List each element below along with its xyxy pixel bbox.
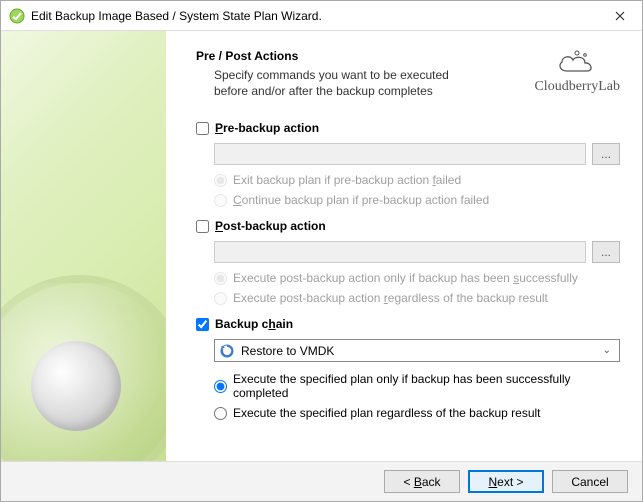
restore-icon (219, 343, 235, 359)
postbackup-success-label: Execute post-backup action only if backu… (233, 271, 578, 285)
postbackup-command-input (214, 241, 586, 263)
page-subtitle: Specify commands you want to be executed… (214, 67, 474, 99)
backup-chain-dropdown[interactable]: Restore to VMDK ⌄ (214, 339, 620, 362)
chain-always-label: Execute the specified plan regardless of… (233, 406, 541, 420)
wizard-sidebar-image (1, 31, 166, 461)
prebackup-exit-radio (214, 174, 227, 187)
postbackup-always-radio (214, 292, 227, 305)
wizard-footer: < Back Next > Cancel (1, 461, 642, 501)
backup-chain-selected: Restore to VMDK (241, 344, 593, 358)
next-button[interactable]: Next > (468, 470, 544, 493)
app-icon (9, 8, 25, 24)
wizard-body: Pre / Post Actions Specify commands you … (1, 31, 642, 461)
postbackup-browse-button: ... (592, 241, 620, 263)
chain-success-label: Execute the specified plan only if backu… (233, 372, 620, 400)
chevron-down-icon: ⌄ (599, 345, 615, 356)
brand-logo: CloudberryLab (534, 49, 620, 95)
backup-chain-label[interactable]: Backup chain (215, 317, 293, 331)
prebackup-exit-label: Exit backup plan if pre-backup action fa… (233, 173, 461, 187)
wizard-main: Pre / Post Actions Specify commands you … (166, 31, 642, 461)
backup-chain-section: Backup chain Restore to VMDK ⌄ Execute t… (196, 317, 620, 420)
chain-success-radio[interactable] (214, 380, 227, 393)
prebackup-command-input (214, 143, 586, 165)
postbackup-label[interactable]: Post-backup action (215, 219, 326, 233)
back-button[interactable]: < Back (384, 470, 460, 493)
chain-always-radio[interactable] (214, 407, 227, 420)
postbackup-section: Post-backup action ... Execute post-back… (196, 219, 620, 305)
page-title: Pre / Post Actions (196, 49, 474, 63)
prebackup-label[interactable]: Pre-backup action (215, 121, 319, 135)
close-button[interactable] (597, 1, 642, 31)
prebackup-browse-button: ... (592, 143, 620, 165)
titlebar: Edit Backup Image Based / System State P… (1, 1, 642, 31)
postbackup-always-label: Execute post-backup action regardless of… (233, 291, 548, 305)
prebackup-continue-radio (214, 194, 227, 207)
postbackup-checkbox[interactable] (196, 220, 209, 233)
cancel-button[interactable]: Cancel (552, 470, 628, 493)
postbackup-success-radio (214, 272, 227, 285)
cloud-icon (555, 49, 599, 77)
prebackup-continue-label: Continue backup plan if pre-backup actio… (233, 193, 489, 207)
backup-chain-checkbox[interactable] (196, 318, 209, 331)
prebackup-checkbox[interactable] (196, 122, 209, 135)
prebackup-section: Pre-backup action ... Exit backup plan i… (196, 121, 620, 207)
brand-name: CloudberryLab (534, 79, 620, 94)
window-title: Edit Backup Image Based / System State P… (31, 9, 597, 23)
